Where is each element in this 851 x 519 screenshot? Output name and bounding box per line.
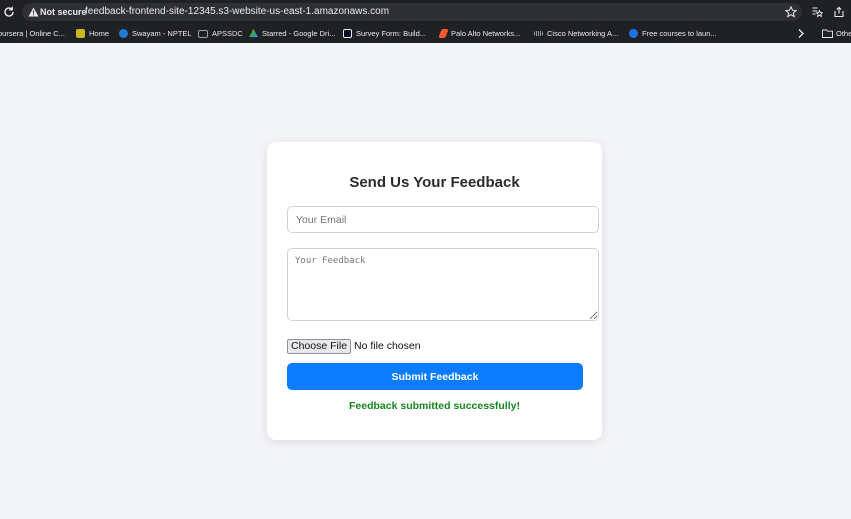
other-bookmarks-label: Othe (836, 29, 851, 38)
bookmark-home[interactable]: Home (76, 25, 109, 42)
feedback-textarea[interactable] (287, 248, 599, 321)
bookmark-free-courses[interactable]: Free courses to laun... (629, 25, 717, 42)
bookmark-palo-alto[interactable]: Palo Alto Networks... (438, 25, 521, 42)
c-logo-icon (629, 29, 638, 38)
swayam-icon (119, 29, 128, 38)
bookmark-label: oursera | Online C... (0, 29, 65, 38)
address-bar[interactable]: Not secure feedback-frontend-site-12345.… (22, 3, 802, 21)
warning-icon (28, 7, 39, 17)
share-icon[interactable] (833, 6, 845, 18)
home-icon (76, 29, 85, 38)
browser-chrome: Not secure feedback-frontend-site-12345.… (0, 0, 851, 43)
success-message: Feedback submitted successfully! (349, 400, 520, 412)
bookmark-label: Cisco Networking A... (547, 29, 619, 38)
security-status[interactable]: Not secure (40, 5, 87, 19)
bookmark-label: Home (89, 29, 110, 38)
folder-icon (198, 29, 208, 38)
submit-feedback-button[interactable]: Submit Feedback (287, 363, 583, 390)
bookmark-label: Swayam - NPTEL (132, 29, 192, 38)
google-drive-icon (249, 29, 258, 38)
reload-icon[interactable] (2, 5, 16, 19)
bookmark-cisco[interactable]: Cisco Networking A... (534, 25, 618, 42)
feedback-card: Send Us Your Feedback Choose File No fil… (267, 142, 602, 440)
bookmark-label: APSSDC (212, 29, 243, 38)
bookmark-google-drive[interactable]: Starred - Google Dri... (249, 25, 335, 42)
bookmark-swayam[interactable]: Swayam - NPTEL (119, 25, 192, 42)
other-bookmarks[interactable]: Othe (822, 25, 851, 42)
form-title: Send Us Your Feedback (349, 174, 520, 191)
palo-alto-icon (438, 29, 449, 38)
extensions-icon[interactable] (811, 6, 823, 18)
bookmark-label: Starred - Google Dri... (262, 29, 336, 38)
bookmark-star-icon[interactable] (785, 6, 797, 18)
bookmark-survey-form[interactable]: Survey Form: Build... (343, 25, 426, 42)
bookmark-coursera[interactable]: oursera | Online C... (0, 25, 65, 42)
folder-icon (822, 29, 833, 38)
freecodecamp-icon (343, 29, 352, 38)
file-status: No file chosen (354, 340, 421, 352)
cisco-icon (534, 31, 543, 36)
browser-toolbar: Not secure feedback-frontend-site-12345.… (0, 0, 851, 24)
url-text[interactable]: feedback-frontend-site-12345.s3-website-… (85, 5, 389, 19)
bookmark-label: Survey Form: Build... (356, 29, 427, 38)
bookmark-label: Palo Alto Networks... (451, 29, 521, 38)
bookmarks-bar: oursera | Online C... Home Swayam - NPTE… (0, 25, 851, 42)
email-input[interactable] (287, 206, 599, 233)
bookmark-label: Free courses to laun... (642, 29, 717, 38)
choose-file-button[interactable]: Choose File (287, 338, 352, 354)
chevron-right-icon[interactable] (796, 28, 806, 39)
file-input[interactable]: Choose File No file chosen (287, 338, 421, 354)
bookmark-apssdc[interactable]: APSSDC (198, 25, 243, 42)
